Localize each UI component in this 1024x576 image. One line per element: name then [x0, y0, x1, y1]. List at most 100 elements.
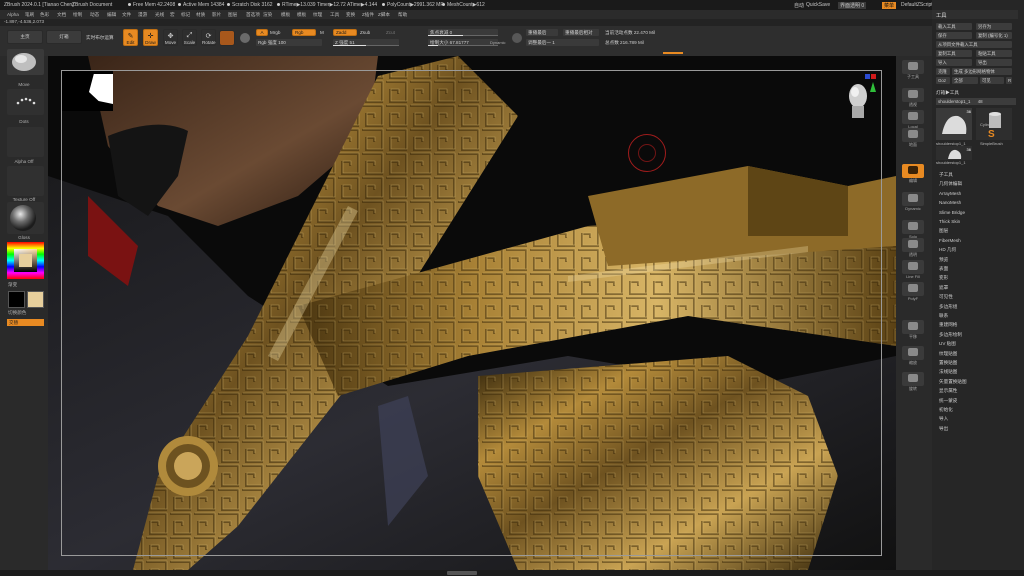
- tool-subpalette-header[interactable]: 纹理贴图: [939, 351, 957, 357]
- scale-button[interactable]: ⤢ Scale: [182, 29, 197, 46]
- replay-icon[interactable]: [512, 33, 522, 43]
- tool-subpalette-header[interactable]: 置换贴图: [939, 360, 957, 366]
- tool-subpalette-header[interactable]: 变形: [939, 275, 948, 281]
- tool-subpalette-header[interactable]: 几何体编辑: [939, 181, 962, 187]
- tool-subpalette-header[interactable]: 显示属性: [939, 388, 957, 394]
- menu-item[interactable]: 标记: [181, 12, 190, 18]
- current-tool-slider[interactable]: shoulderstop1_1 48: [936, 98, 1016, 105]
- tool-palette-button[interactable]: 可见: [980, 77, 1004, 84]
- menu-item[interactable]: 宏: [170, 12, 175, 18]
- tool-subpalette-header[interactable]: 可见性: [939, 294, 953, 300]
- adjust-last-slider[interactable]: 调整最后一 1: [526, 39, 599, 46]
- tool-subpalette-header[interactable]: UV 贴图: [939, 341, 956, 347]
- tool-palette-button[interactable]: 克隆: [936, 68, 950, 75]
- menu-item[interactable]: 影片: [212, 12, 221, 18]
- material-sphere-button[interactable]: [219, 30, 235, 46]
- right-shelf-button[interactable]: [902, 60, 924, 74]
- right-shelf-button[interactable]: [902, 282, 924, 296]
- tool-palette-button[interactable]: 另存为: [976, 23, 1012, 30]
- right-shelf-button[interactable]: [902, 346, 924, 360]
- tool-thumb-shoulderstop-2[interactable]: 36: [936, 146, 972, 160]
- replay-last-button[interactable]: 重播最后: [526, 29, 558, 36]
- tool-subpalette-header[interactable]: HD 几何: [939, 247, 956, 253]
- menu-item[interactable]: 帮助: [398, 12, 407, 18]
- lightbox-tools-label[interactable]: 灯箱▶工具: [936, 90, 959, 96]
- focal-shift-slider[interactable]: 焦点衰减 0: [428, 29, 498, 36]
- tool-palette-button[interactable]: 从项目文件载入工具: [936, 41, 1012, 48]
- tool-palette-button[interactable]: 导出: [976, 59, 1012, 66]
- home-button[interactable]: 主页: [7, 30, 43, 44]
- menu-item[interactable]: 光线: [155, 12, 164, 18]
- quicksave-button[interactable]: QuickSave: [806, 2, 830, 8]
- edit-button[interactable]: ✎ Edit: [123, 29, 138, 46]
- material-button[interactable]: [7, 202, 44, 234]
- transparency-slider[interactable]: 界面透明 0: [838, 2, 867, 9]
- stroke-button[interactable]: [7, 89, 44, 115]
- lightbox-button[interactable]: 灯箱: [46, 30, 82, 44]
- tool-subpalette-header[interactable]: 图层: [939, 228, 948, 234]
- tool-palette-button[interactable]: 生成 多边形网格物体: [952, 68, 1012, 75]
- tool-palette-button[interactable]: 全部: [952, 77, 978, 84]
- right-shelf-button[interactable]: [902, 110, 924, 124]
- menu-item[interactable]: 文件: [122, 12, 131, 18]
- primary-color-swatch[interactable]: [27, 291, 44, 308]
- menu-item[interactable]: 绘制: [73, 12, 82, 18]
- tool-subpalette-header[interactable]: 重建网格: [939, 322, 957, 328]
- menu-item[interactable]: 动态: [90, 12, 99, 18]
- tool-subpalette-header[interactable]: 表面: [939, 266, 948, 272]
- right-shelf-button[interactable]: [902, 238, 924, 252]
- bottom-shelf-handle[interactable]: [447, 571, 477, 575]
- tool-subpalette-header[interactable]: 联系: [939, 313, 948, 319]
- tool-subpalette-header[interactable]: NanoMesh: [939, 200, 961, 205]
- tool-subpalette-header[interactable]: 遮罩: [939, 285, 948, 291]
- rgb-intensity-slider[interactable]: Rgb 强度 100: [256, 39, 322, 46]
- menu-item[interactable]: 漫游: [138, 12, 147, 18]
- menu-item[interactable]: 色彩: [40, 12, 49, 18]
- mrgb-toggle[interactable]: Mrgb: [270, 30, 280, 35]
- tool-palette-button[interactable]: 保存: [936, 32, 972, 39]
- tool-palette-button[interactable]: 载入工具: [936, 23, 972, 30]
- secondary-color-swatch[interactable]: [8, 291, 25, 308]
- right-shelf-button[interactable]: [902, 88, 924, 102]
- tool-subpalette-header[interactable]: 子工具: [939, 172, 953, 178]
- right-shelf-button[interactable]: [902, 192, 924, 206]
- live-boolean-toggle[interactable]: 实时布尔运算: [86, 35, 114, 41]
- alpha-button[interactable]: [7, 127, 44, 157]
- menu-toggle-button[interactable]: 菜单: [882, 2, 897, 9]
- tool-palette-button[interactable]: 粘贴工具: [976, 50, 1012, 57]
- tool-subpalette-header[interactable]: ArrayMesh: [939, 191, 961, 196]
- menu-item[interactable]: 编辑: [107, 12, 116, 18]
- dynamic-toggle[interactable]: Dynamic: [490, 40, 506, 45]
- menu-item[interactable]: 变换: [346, 12, 355, 18]
- right-shelf-button[interactable]: [902, 128, 924, 142]
- menu-item[interactable]: Z插件: [362, 12, 374, 18]
- menu-item[interactable]: 首选项: [246, 12, 260, 18]
- tool-palette-button[interactable]: 复制工具: [936, 50, 972, 57]
- right-shelf-button[interactable]: [902, 320, 924, 334]
- menu-item[interactable]: 材质: [196, 12, 205, 18]
- right-shelf-button[interactable]: [902, 260, 924, 274]
- replay-last-relative-button[interactable]: 重播最后相对: [563, 29, 599, 36]
- rgb-toggle[interactable]: Rgb: [292, 29, 316, 36]
- zadd-toggle[interactable]: Zadd: [333, 29, 357, 36]
- alternate-toggle[interactable]: 交替: [7, 319, 44, 326]
- right-shelf-button[interactable]: [902, 164, 924, 178]
- tool-thumb-shoulderstop[interactable]: 36: [936, 108, 972, 140]
- tool-subpalette-header[interactable]: 统一蒙皮: [939, 398, 957, 404]
- m-toggle[interactable]: M: [320, 30, 324, 35]
- tool-subpalette-header[interactable]: 初始化: [939, 407, 953, 413]
- tool-subpalette-header[interactable]: 导出: [939, 426, 948, 432]
- z-intensity-slider[interactable]: Z 强度 51: [333, 39, 399, 46]
- a-toggle[interactable]: A: [256, 29, 268, 36]
- tool-subpalette-header[interactable]: 多边形绘制: [939, 332, 962, 338]
- color-picker[interactable]: [7, 242, 44, 279]
- tool-palette-button[interactable]: R: [1006, 77, 1012, 84]
- tool-palette-button[interactable]: 复制 (编号化 1): [976, 32, 1012, 39]
- tool-subpalette-header[interactable]: 多边形组: [939, 304, 957, 310]
- brush-button[interactable]: [7, 49, 44, 75]
- menu-item[interactable]: Alpha: [7, 12, 19, 17]
- tool-subpalette-header[interactable]: 法线贴图: [939, 369, 957, 375]
- menu-item[interactable]: 纹理: [313, 12, 322, 18]
- menu-item[interactable]: Z脚本: [378, 12, 390, 18]
- tool-subpalette-header[interactable]: 导入: [939, 416, 948, 422]
